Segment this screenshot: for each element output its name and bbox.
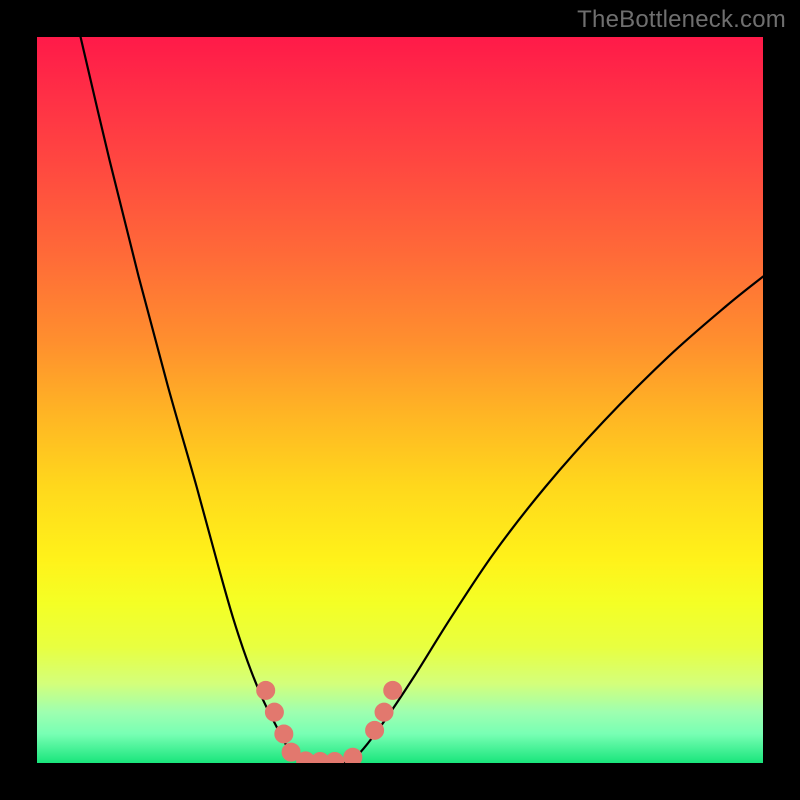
chart-svg <box>37 37 763 763</box>
plot-area <box>37 37 763 763</box>
watermark-text: TheBottleneck.com <box>577 6 786 34</box>
marker-dot <box>257 681 275 699</box>
marker-dot <box>326 753 344 763</box>
marker-dot <box>375 703 393 721</box>
marker-dot <box>275 725 293 743</box>
marker-dot <box>265 703 283 721</box>
marker-group <box>257 681 402 763</box>
left-curve <box>81 37 306 763</box>
marker-dot <box>344 748 362 763</box>
outer-frame: TheBottleneck.com <box>0 0 800 800</box>
marker-dot <box>366 721 384 739</box>
right-curve <box>349 277 763 763</box>
marker-dot <box>384 681 402 699</box>
